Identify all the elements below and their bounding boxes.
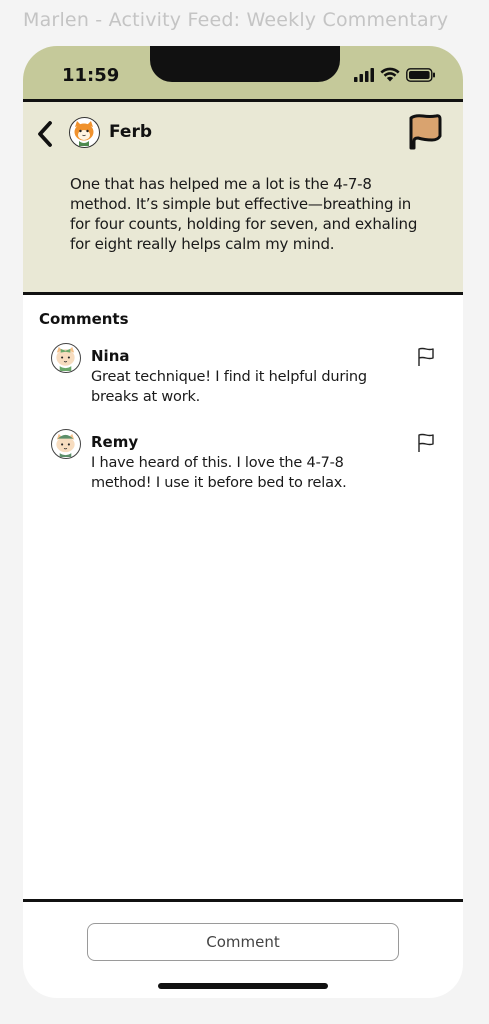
phone-screen: 11:59 Ferb One that has helped me a lot …	[23, 46, 463, 998]
home-indicator[interactable]	[158, 983, 328, 989]
post-body: One that has helped me a lot is the 4-7-…	[70, 175, 418, 253]
cat-avatar-icon	[56, 433, 75, 457]
battery-icon	[406, 68, 435, 82]
status-bar: 11:59	[23, 46, 463, 99]
comment-author[interactable]: Remy	[91, 433, 138, 451]
back-button[interactable]	[33, 116, 57, 152]
avatar[interactable]	[69, 117, 100, 148]
frame-title: Marlen - Activity Feed: Weekly Commentar…	[23, 9, 449, 31]
cat-avatar-icon	[56, 346, 75, 371]
flag-icon[interactable]	[415, 346, 437, 368]
comment-text: I have heard of this. I love the 4-7-8 m…	[91, 455, 347, 491]
status-time: 11:59	[62, 65, 120, 86]
wifi-icon	[380, 67, 400, 82]
post-author-name[interactable]: Ferb	[109, 122, 152, 142]
comments-heading: Comments	[39, 310, 129, 328]
signal-icon	[354, 68, 374, 82]
avatar[interactable]	[51, 429, 81, 459]
avatar[interactable]	[51, 343, 81, 373]
comment-author[interactable]: Nina	[91, 347, 130, 365]
comment-button[interactable]: Comment	[87, 923, 399, 961]
cat-avatar-icon	[74, 121, 94, 146]
comment-text: Great technique! I find it helpful durin…	[91, 369, 367, 405]
status-icons	[354, 66, 436, 82]
divider	[23, 899, 463, 902]
notch	[150, 46, 340, 82]
post-card: Ferb One that has helped me a lot is the…	[23, 99, 463, 295]
chevron-left-icon	[38, 121, 52, 147]
flag-icon[interactable]	[415, 432, 437, 454]
flag-icon[interactable]	[405, 112, 445, 152]
